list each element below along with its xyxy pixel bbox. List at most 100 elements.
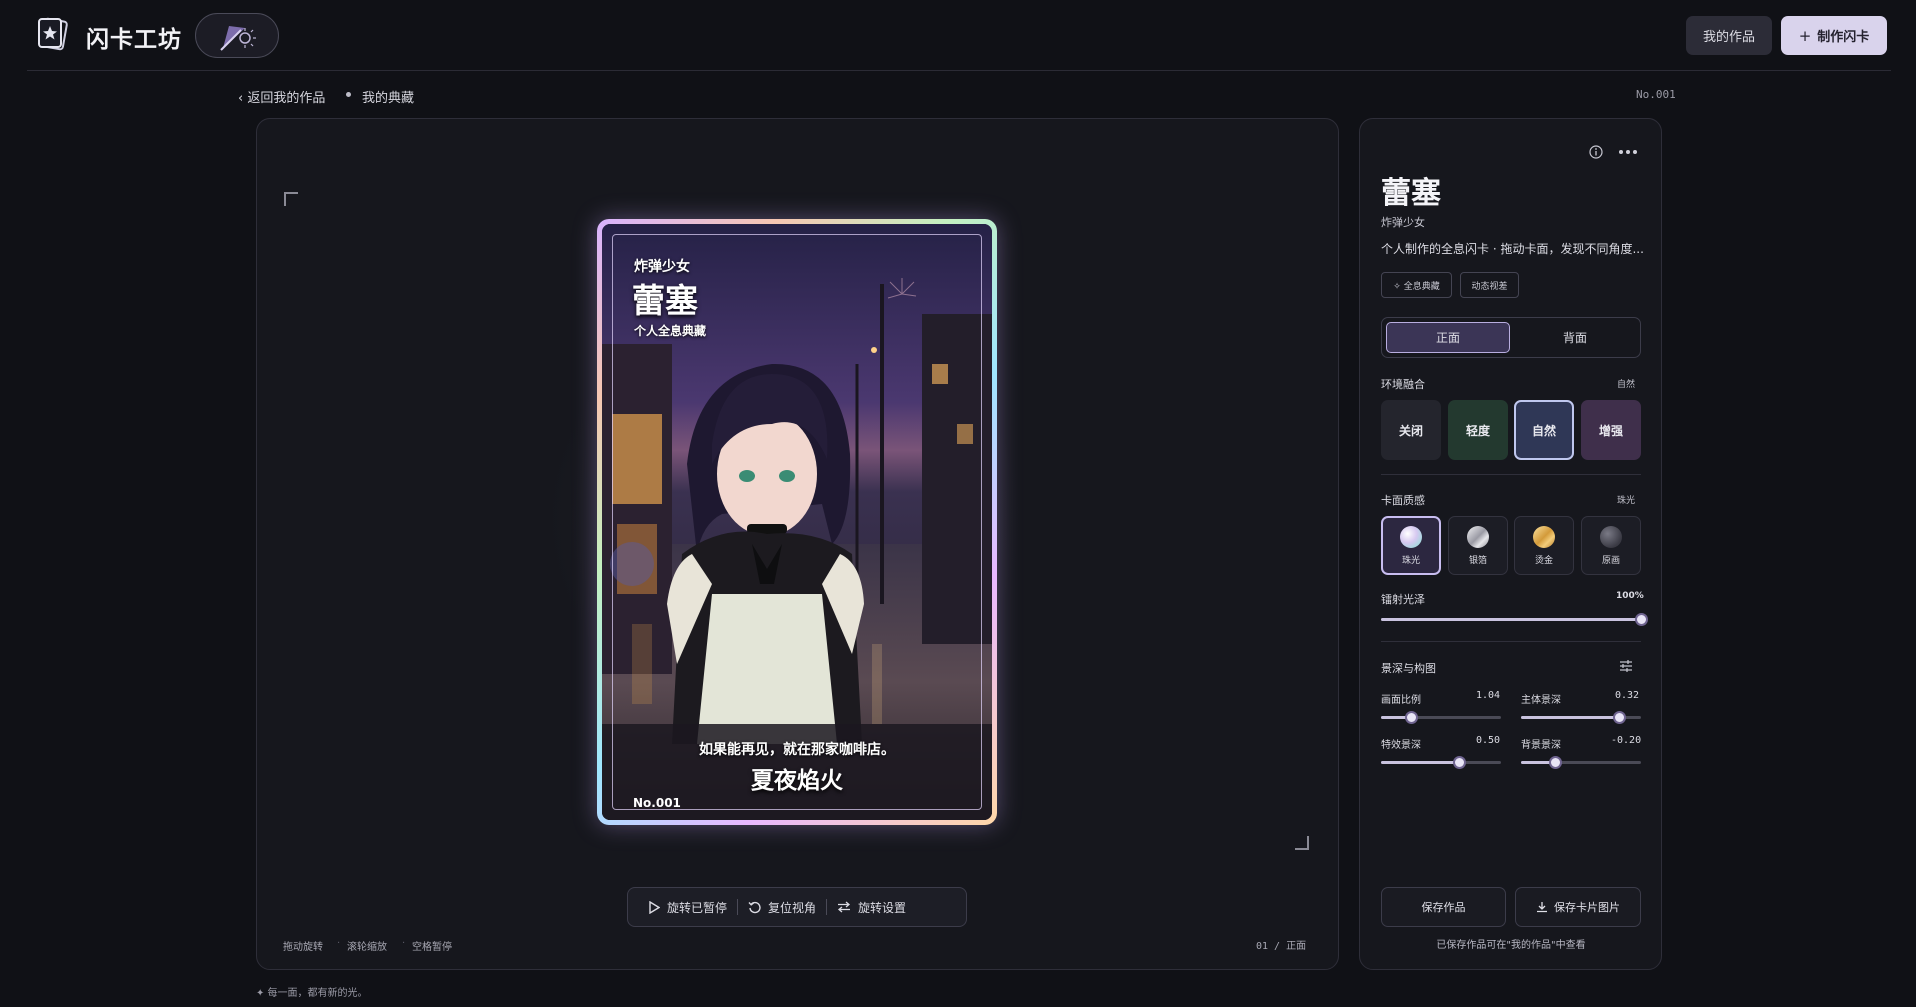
play-icon [649, 900, 660, 914]
rotation-play-label: 旋转已暂停 [667, 900, 728, 915]
card-title: 夏夜焰火 [751, 768, 843, 794]
download-icon [1537, 902, 1547, 913]
save-note: 已保存作品可在"我的作品"中查看 [1436, 940, 1586, 951]
save-work-button[interactable]: 保存作品 [1381, 887, 1506, 927]
reset-icon [748, 901, 761, 913]
background-depth-value: -0.20 [1611, 735, 1642, 746]
texture-option-label: 珠光 [1401, 555, 1420, 566]
effect-depth-slider[interactable] [1381, 756, 1501, 769]
slider-thumb[interactable] [1405, 711, 1418, 724]
depth-composition-label: 景深与构图 [1381, 662, 1436, 675]
hint-drag-rotate: 拖动旋转 [283, 942, 323, 953]
slider-fill [1521, 716, 1620, 719]
env-blend-label: 环境融合 [1381, 378, 1425, 391]
subject-depth-value: 0.32 [1615, 690, 1640, 701]
card-number: No.001 [633, 796, 681, 810]
swap-arrows-icon [838, 901, 851, 913]
aspect-ratio-label: 画面比例 [1381, 695, 1421, 706]
effect-depth-label: 特效景深 [1381, 740, 1421, 751]
tag-dynamic-parallax: 动态视差 [1460, 272, 1519, 298]
original-swatch-icon [1600, 525, 1622, 548]
slider-thumb[interactable] [1453, 756, 1466, 769]
aspect-ratio-value: 1.04 [1476, 690, 1501, 701]
env-option-light[interactable]: 轻度 [1448, 400, 1508, 460]
app-logo-icon[interactable] [34, 14, 72, 52]
card-name: 蕾塞 [632, 281, 698, 320]
hint-scroll-zoom: 滚轮缩放 [347, 942, 387, 953]
more-options-icon[interactable] [1617, 144, 1639, 158]
page-indicator: 01 / 正面 [1256, 941, 1307, 952]
tag-holo-collection: ✧ 全息典藏 [1381, 272, 1452, 298]
slider-thumb[interactable] [1548, 756, 1562, 769]
env-option-off[interactable]: 关闭 [1381, 400, 1441, 460]
card-face: 炸弹少女 蕾塞 个人全息典藏 如果能再见，就在那家咖啡店。 夏夜焰火 No.00… [602, 224, 992, 820]
theme-toggle-button[interactable] [195, 13, 279, 58]
corner-bracket-top-left [284, 192, 298, 206]
card-collection: 个人全息典藏 [634, 324, 707, 338]
holo-card[interactable]: 炸弹少女 蕾塞 个人全息典藏 如果能再见，就在那家咖啡店。 夏夜焰火 No.00… [597, 219, 997, 825]
header-divider [27, 70, 1891, 71]
gloss-slider[interactable] [1381, 613, 1648, 626]
create-card-button[interactable]: + 制作闪卡 [1781, 16, 1887, 55]
texture-option-silver[interactable]: 银箔 [1448, 516, 1508, 575]
plus-icon: + [1798, 26, 1812, 45]
save-card-image-button[interactable]: 保存卡片图片 [1515, 887, 1641, 927]
create-card-label: 制作闪卡 [1817, 30, 1870, 45]
aspect-ratio-slider[interactable] [1381, 711, 1501, 724]
card-number-label: No.001 [1636, 88, 1676, 101]
texture-option-pearl[interactable]: 珠光 [1381, 516, 1441, 575]
rotation-settings-label: 旋转设置 [858, 900, 907, 915]
hint-space-pause: 空格暂停 [412, 942, 452, 953]
back-to-works-link[interactable]: ‹ 返回我的作品 [238, 87, 325, 106]
env-option-natural[interactable]: 自然 [1514, 400, 1574, 460]
texture-option-original[interactable]: 原画 [1581, 516, 1641, 575]
texture-option-gold[interactable]: 烫金 [1514, 516, 1574, 575]
sliders-icon[interactable] [1619, 658, 1633, 672]
texture-option-label: 烫金 [1534, 555, 1553, 566]
card-side-toggle: 正面 背面 [1381, 317, 1641, 358]
texture-value: 珠光 [1617, 496, 1636, 506]
hint-separator: · [402, 938, 406, 949]
texture-label: 卡面质感 [1381, 494, 1425, 507]
slider-fill [1381, 761, 1459, 764]
my-works-button[interactable]: 我的作品 [1686, 16, 1772, 55]
section-divider [1381, 474, 1641, 475]
rotation-toolbar: 旋转已暂停 复位视角 旋转设置 [627, 887, 967, 927]
panel-card-name: 蕾塞 [1381, 176, 1441, 211]
gold-swatch-icon [1533, 525, 1555, 548]
breadcrumb-dot [346, 92, 351, 97]
subject-depth-label: 主体景深 [1521, 695, 1561, 706]
app-title: 闪卡工坊 [86, 27, 182, 53]
moon-sun-icon [220, 25, 256, 51]
panel-description: 个人制作的全息闪卡 · 拖动卡面，发现不同角度... [1381, 242, 1644, 256]
card-quote: 如果能再见，就在那家咖啡店。 [699, 742, 895, 758]
env-blend-value: 自然 [1617, 380, 1636, 390]
effect-depth-value: 0.50 [1476, 735, 1501, 746]
panel-card-subtitle: 炸弹少女 [1381, 216, 1425, 229]
gloss-label: 镭射光泽 [1381, 593, 1425, 606]
subject-depth-slider[interactable] [1521, 711, 1641, 724]
footer-tagline: ✦ 每一面，都有新的光。 [256, 988, 368, 999]
background-depth-label: 背景景深 [1521, 740, 1561, 751]
card-subtitle: 炸弹少女 [634, 259, 690, 275]
section-divider [1381, 641, 1641, 642]
hint-separator: · [337, 938, 341, 949]
corner-bracket-bottom-right [1295, 836, 1309, 850]
texture-option-label: 银箔 [1468, 555, 1487, 566]
slider-fill [1381, 618, 1641, 621]
slider-thumb[interactable] [1635, 613, 1648, 626]
rotation-settings-button[interactable]: 旋转设置 [827, 888, 916, 926]
tab-back[interactable]: 背面 [1514, 322, 1636, 353]
info-icon[interactable] [1589, 144, 1603, 159]
save-card-image-label: 保存卡片图片 [1554, 901, 1620, 914]
pearl-swatch-icon [1400, 525, 1422, 548]
reset-view-button[interactable]: 复位视角 [738, 888, 826, 926]
tab-front[interactable]: 正面 [1386, 322, 1510, 353]
reset-view-label: 复位视角 [768, 900, 817, 915]
texture-option-label: 原画 [1601, 555, 1620, 566]
background-depth-slider[interactable] [1521, 756, 1641, 769]
env-option-enhance[interactable]: 增强 [1581, 400, 1641, 460]
rotation-play-button[interactable]: 旋转已暂停 [638, 888, 737, 926]
breadcrumb-current: 我的典藏 [362, 91, 415, 106]
silver-swatch-icon [1467, 525, 1489, 548]
